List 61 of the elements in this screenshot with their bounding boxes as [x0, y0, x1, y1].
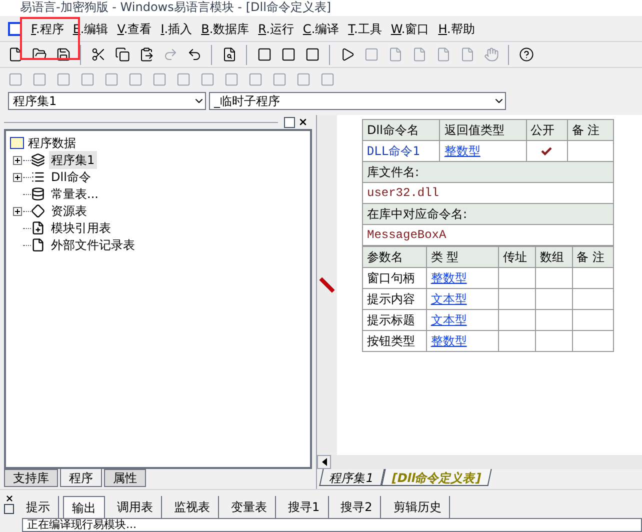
dropdown[interactable]: _临时子程序	[209, 92, 506, 110]
menu-item[interactable]: W.窗口	[390, 20, 430, 38]
column-header: 参数名	[362, 246, 426, 268]
maximize-button[interactable]	[4, 504, 14, 514]
diamond-icon	[31, 204, 45, 218]
tab[interactable]: 支持库	[4, 469, 58, 487]
maximize-button[interactable]	[284, 116, 295, 128]
table-cell: 窗口句柄	[362, 268, 426, 288]
tree-item[interactable]: 外部文件记录表	[49, 236, 137, 254]
annotation-rectangle	[20, 17, 80, 60]
tree-item[interactable]: 常量表...	[49, 185, 100, 203]
close-button[interactable]	[297, 116, 308, 128]
dropdown[interactable]: 程序集1	[8, 92, 206, 110]
menu-item[interactable]: I.插入	[160, 20, 192, 38]
column-header: 类 型	[426, 246, 498, 268]
tab[interactable]: 输出	[63, 496, 105, 518]
table-cell: 提示标题	[362, 310, 426, 330]
tree-item[interactable]: 程序集1	[49, 151, 97, 169]
scroll-left-button[interactable]	[317, 455, 331, 469]
tab[interactable]: [Dll命令定义表]	[380, 469, 492, 486]
table-cell: user32.dll	[362, 182, 614, 204]
column-header: 返回值类型	[440, 120, 526, 140]
table-cell: DLL命令1	[362, 140, 440, 162]
tree-item[interactable]: 资源表	[49, 202, 89, 220]
column-header: 传址	[498, 246, 536, 268]
table-cell: MessageBoxA	[362, 224, 614, 246]
left-arrow-icon	[322, 458, 326, 466]
section-label: 库文件名:	[362, 162, 614, 182]
tree-item[interactable]: Dll命令	[49, 168, 93, 186]
column-header: 备 注	[572, 246, 614, 268]
table-cell: 按钮类型	[362, 330, 426, 352]
check-icon[interactable]	[541, 147, 552, 156]
column-header: 数组	[535, 246, 572, 268]
menu-item[interactable]: R.运行	[258, 20, 294, 38]
menu-item[interactable]: T.工具	[348, 20, 382, 38]
menu-item[interactable]: C.编译	[302, 20, 340, 38]
menu-item[interactable]: V.查看	[117, 20, 152, 38]
document-icon	[31, 238, 45, 252]
section-label: 在库中对应命令名:	[362, 204, 614, 224]
expand-icon[interactable]	[13, 206, 22, 216]
column-header: 备 注	[567, 120, 614, 140]
tab[interactable]: 程序集1	[319, 469, 384, 486]
expand-icon[interactable]	[13, 172, 22, 182]
tab[interactable]: 属性	[104, 469, 146, 487]
list-icon	[31, 170, 45, 184]
document-plus-icon	[31, 221, 45, 235]
type-link[interactable]: 整数型	[444, 144, 480, 158]
expand-icon[interactable]	[13, 156, 22, 164]
tab[interactable]: 程序	[60, 469, 102, 487]
stack-icon	[31, 153, 45, 167]
output-panel: 正在编译现行易模块...	[22, 518, 642, 532]
menu-item[interactable]: H.帮助	[438, 20, 475, 38]
menu-item[interactable]: B.数据库	[201, 20, 250, 38]
close-button[interactable]	[4, 493, 14, 503]
tree-item[interactable]: 模块引用表	[49, 219, 113, 237]
column-header: Dll命令名	[362, 120, 440, 140]
table-cell: 提示内容	[362, 288, 426, 310]
tree-item[interactable]: 程序数据	[28, 134, 76, 152]
menu-item[interactable]: F.程序	[31, 20, 64, 38]
window-title: 易语言-加密狗版 - Windows易语言模块 - [Dll命令定义表]	[0, 0, 642, 16]
column-header: 公开	[526, 120, 568, 140]
